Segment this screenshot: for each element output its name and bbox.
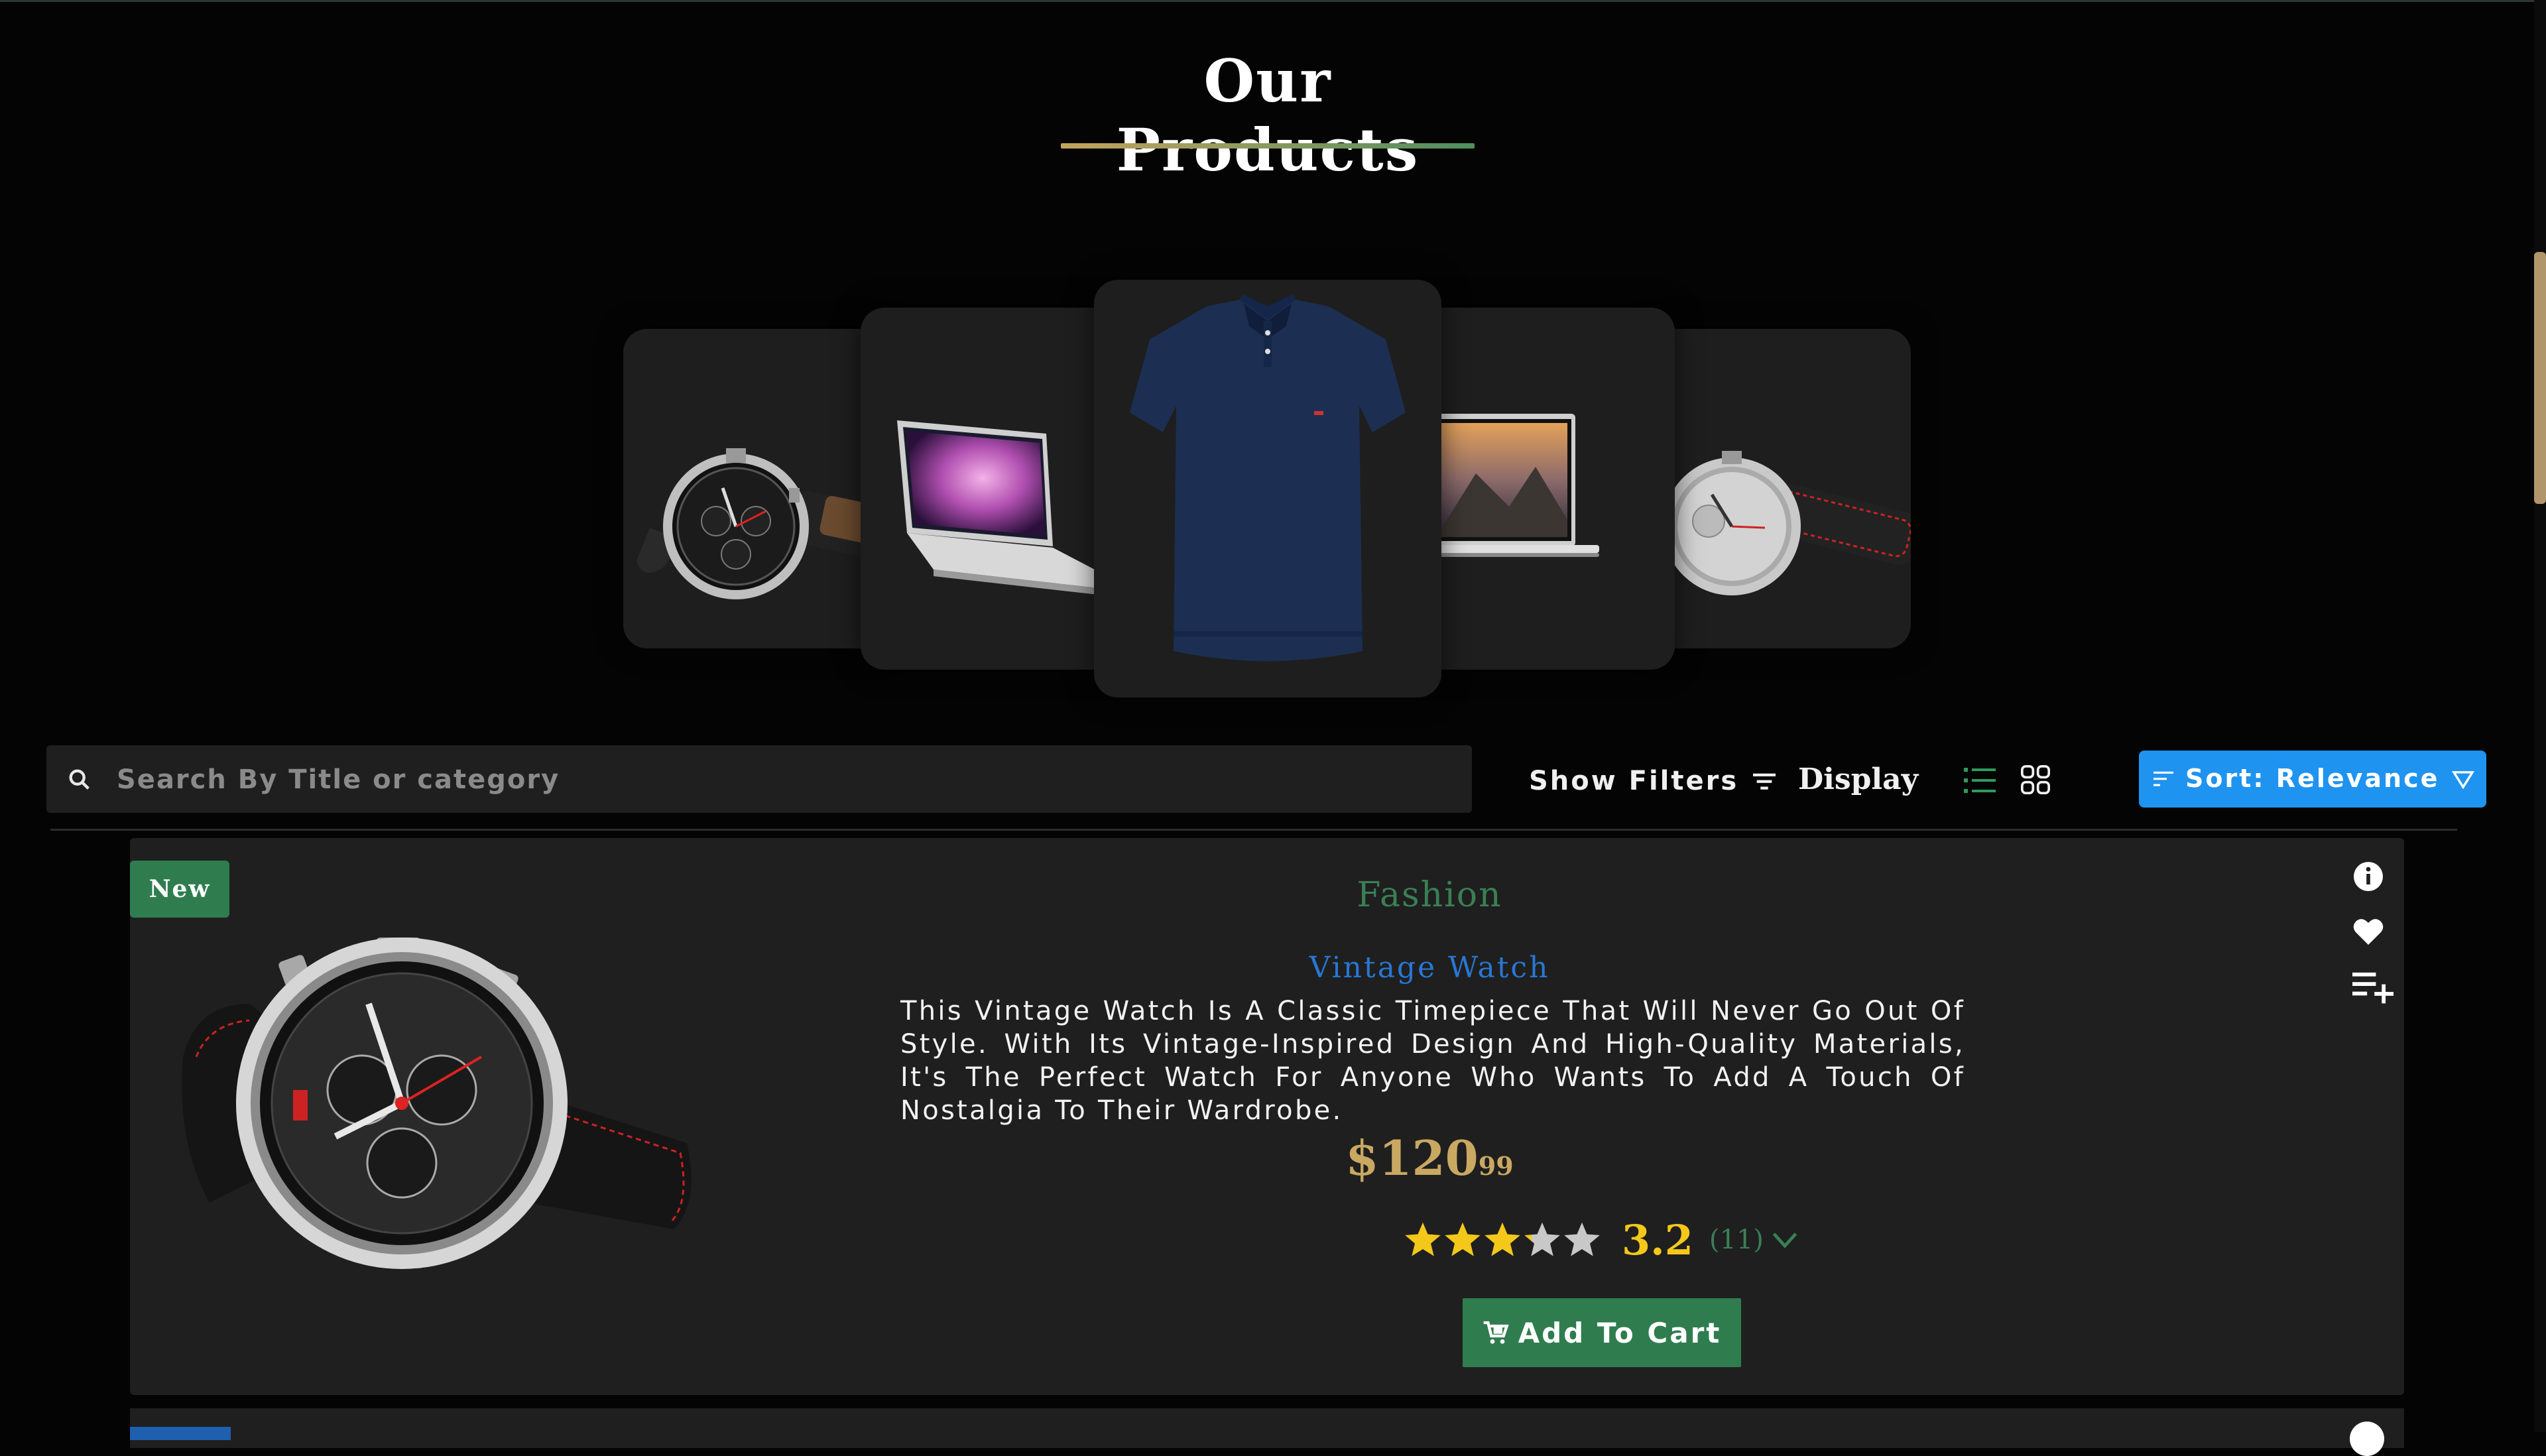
sort-dropdown[interactable]: Sort: Relevance: [2139, 751, 2486, 808]
product-description: This Vintage Watch Is A Classic Timepiec…: [900, 996, 1965, 1126]
show-filters-button[interactable]: Show Filters: [1529, 761, 1776, 801]
product-rating: 3.2 (11): [1403, 1213, 1799, 1266]
info-icon[interactable]: [2350, 1422, 2384, 1456]
filter-icon: [1753, 773, 1776, 790]
rating-count[interactable]: (11): [1709, 1225, 1764, 1255]
product-image-watch: [182, 938, 692, 1269]
page-title: Our Products: [1116, 46, 1420, 184]
product-category[interactable]: Fashion: [1098, 875, 1761, 915]
add-to-list-icon[interactable]: [2352, 969, 2394, 1005]
new-badge: New: [130, 861, 229, 918]
product-price: $12099: [1098, 1130, 1761, 1186]
scrollbar-track[interactable]: [2534, 0, 2546, 1432]
product-card[interactable]: New Fashion Vintage Watch This Vintage W…: [130, 838, 2404, 1395]
watch-image: [636, 448, 902, 599]
star-icon: [1524, 1222, 1560, 1256]
search-bar[interactable]: [46, 745, 1472, 813]
sort-label: Sort: Relevance: [2185, 764, 2440, 793]
search-icon: [69, 769, 90, 790]
top-border: [0, 0, 2546, 2]
scrollbar-thumb[interactable]: [2534, 252, 2546, 504]
product-card-next[interactable]: [130, 1408, 2404, 1456]
cart-icon: [1483, 1321, 1509, 1344]
search-input[interactable]: [115, 758, 1444, 801]
title-underline: [1061, 143, 1475, 149]
chevron-down-icon: [2452, 771, 2474, 789]
next-card-badge: [130, 1427, 231, 1440]
show-filters-label: Show Filters: [1529, 766, 1739, 796]
info-icon[interactable]: [2352, 861, 2384, 892]
star-icon: [1445, 1222, 1481, 1256]
grid-view-icon[interactable]: [2021, 765, 2050, 794]
add-to-cart-button[interactable]: Add To Cart: [1463, 1298, 1741, 1367]
sort-icon: [2153, 771, 2173, 786]
polo-shirt-image: [1130, 294, 1406, 661]
star-icon: [1564, 1222, 1600, 1256]
star-icon: [1485, 1222, 1520, 1256]
rating-value: 3.2: [1622, 1215, 1693, 1264]
list-view-icon[interactable]: [1964, 766, 1996, 794]
carousel-item-watch-left[interactable]: [623, 329, 902, 648]
rating-stars: [1403, 1220, 1602, 1260]
toolbar-divider: [50, 829, 2457, 831]
star-icon: [1405, 1222, 1441, 1256]
price-whole: $120: [1345, 1130, 1479, 1186]
price-cents: 99: [1478, 1151, 1514, 1181]
display-label: Display: [1798, 762, 1919, 796]
add-to-cart-label: Add To Cart: [1518, 1316, 1722, 1349]
heart-icon[interactable]: [2352, 916, 2384, 947]
carousel-item-polo-shirt[interactable]: [1094, 280, 1441, 698]
product-name[interactable]: Vintage Watch: [1098, 951, 1761, 985]
chevron-down-icon[interactable]: [1770, 1230, 1799, 1250]
